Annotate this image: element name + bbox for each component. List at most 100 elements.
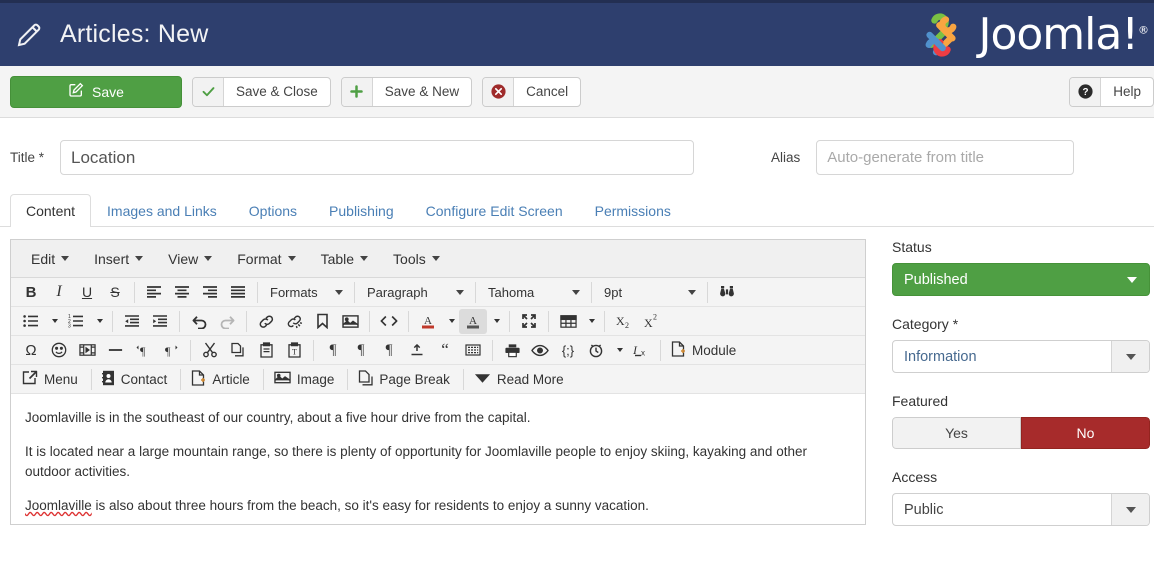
module-page-icon [671,340,686,360]
nonbreaking-space-icon[interactable] [459,338,487,363]
insert-image-icon[interactable] [336,309,364,334]
rtl-icon[interactable]: ¶ [157,338,185,363]
menu-edit[interactable]: Edit [21,247,79,271]
font-family-select[interactable]: Tahoma [481,280,586,305]
editor-content-area[interactable]: Joomlaville is in the southeast of our c… [11,394,865,524]
chevron-down-icon[interactable] [1111,341,1149,372]
insert-module-button[interactable]: Module [666,338,744,363]
align-left-icon[interactable] [140,280,168,305]
text-color-caret-icon[interactable] [442,309,459,334]
tab-images-and-links[interactable]: Images and Links [91,194,233,227]
tab-configure-edit-screen[interactable]: Configure Edit Screen [410,194,579,227]
pilcrow-alt-icon[interactable]: ¶ [375,338,403,363]
search-replace-binoculars-icon[interactable] [713,280,741,305]
italic-icon[interactable]: I [45,280,73,305]
svg-text:X: X [616,314,625,328]
menu-tools[interactable]: Tools [383,247,450,271]
fullscreen-icon[interactable] [515,309,543,334]
insert-table-icon[interactable] [554,309,582,334]
numbered-list-icon[interactable]: 123 [62,309,90,334]
insert-article-button[interactable]: Article [186,367,258,392]
undo-icon[interactable] [185,309,213,334]
source-code-icon[interactable] [375,309,403,334]
align-center-icon[interactable] [168,280,196,305]
insert-datetime-clock-icon[interactable] [582,338,610,363]
datetime-caret-icon[interactable] [610,338,627,363]
unlink-icon[interactable] [280,309,308,334]
category-select[interactable]: Information [892,340,1150,373]
numbered-list-options-caret-icon[interactable] [90,309,107,334]
chevron-down-icon [431,256,440,261]
special-character-icon[interactable]: Ω [17,338,45,363]
underline-icon[interactable]: U [73,280,101,305]
menu-insert[interactable]: Insert [84,247,153,271]
table-caret-icon[interactable] [582,309,599,334]
chevron-down-icon [335,289,343,295]
menu-table[interactable]: Table [311,247,378,271]
insert-media-icon[interactable] [73,338,101,363]
redo-icon[interactable] [213,309,241,334]
tab-options[interactable]: Options [233,194,313,227]
text-color-icon[interactable]: A [414,309,442,334]
superscript-icon[interactable]: X2 [638,309,666,334]
insert-image-button[interactable]: Image [269,367,343,392]
code-snippet-icon[interactable]: {;} [554,338,582,363]
cancel-button[interactable]: Cancel [482,76,582,107]
insert-page-break-button[interactable]: Page Break [353,367,458,392]
help-button[interactable]: ? Help [1069,76,1154,107]
tab-permissions[interactable]: Permissions [579,194,687,227]
insert-menu-button[interactable]: Menu [17,367,86,392]
anchor-bookmark-icon[interactable] [308,309,336,334]
paragraph-select[interactable]: Paragraph [360,280,470,305]
emoticon-icon[interactable] [45,338,73,363]
bold-icon[interactable]: B [17,280,45,305]
pilcrow-icon[interactable]: ¶ [347,338,375,363]
formats-select[interactable]: Formats [263,280,349,305]
tab-publishing[interactable]: Publishing [313,194,410,227]
background-color-caret-icon[interactable] [487,309,504,334]
insert-contact-button[interactable]: Contact [97,367,176,392]
outdent-icon[interactable] [118,309,146,334]
preview-eye-icon[interactable] [526,338,554,363]
paste-as-text-icon[interactable]: T [280,338,308,363]
save-and-close-button[interactable]: Save & Close [192,76,331,107]
title-row: Title * Alias [0,118,1154,193]
indent-icon[interactable] [146,309,174,334]
print-icon[interactable] [498,338,526,363]
chevron-down-icon[interactable] [1111,494,1149,525]
background-color-icon[interactable]: A [459,308,487,334]
featured-yes-button[interactable]: Yes [892,417,1021,449]
show-invisible-characters-icon[interactable]: ¶ [319,338,347,363]
tab-content[interactable]: Content [10,194,92,227]
copy-icon[interactable] [224,338,252,363]
subscript-icon[interactable]: X2 [610,309,638,334]
link-icon[interactable] [252,309,280,334]
menu-view[interactable]: View [158,247,222,271]
insert-read-more-button[interactable]: Read More [469,367,572,392]
insert-template-icon[interactable] [403,338,431,363]
align-right-icon[interactable] [196,280,224,305]
blockquote-icon[interactable]: “ [431,338,459,363]
divider [190,339,191,361]
title-input[interactable] [60,140,694,175]
ltr-icon[interactable]: ¶ [129,338,157,363]
font-size-select[interactable]: 9pt [597,280,702,305]
strikethrough-icon[interactable]: S [101,280,129,305]
alias-input[interactable] [816,140,1075,175]
paste-icon[interactable] [252,338,280,363]
save-button[interactable]: Save [10,75,182,108]
save-and-new-button[interactable]: Save & New [340,76,473,107]
align-justify-icon[interactable] [224,280,252,305]
joomla-mark-icon [926,12,957,57]
menu-format[interactable]: Format [227,247,305,271]
editor-toolbar-row-4: Menu Contact Article Image Page Break Re… [11,365,865,394]
bullet-list-options-caret-icon[interactable] [45,309,62,334]
bullet-list-icon[interactable] [17,309,45,334]
remove-format-icon[interactable]: Ix [627,338,655,363]
horizontal-rule-icon[interactable] [101,338,129,363]
access-select[interactable]: Public [892,493,1150,526]
featured-no-button[interactable]: No [1021,417,1150,449]
status-select[interactable]: Published [892,263,1150,296]
divider [660,339,661,361]
cut-scissors-icon[interactable] [196,338,224,363]
